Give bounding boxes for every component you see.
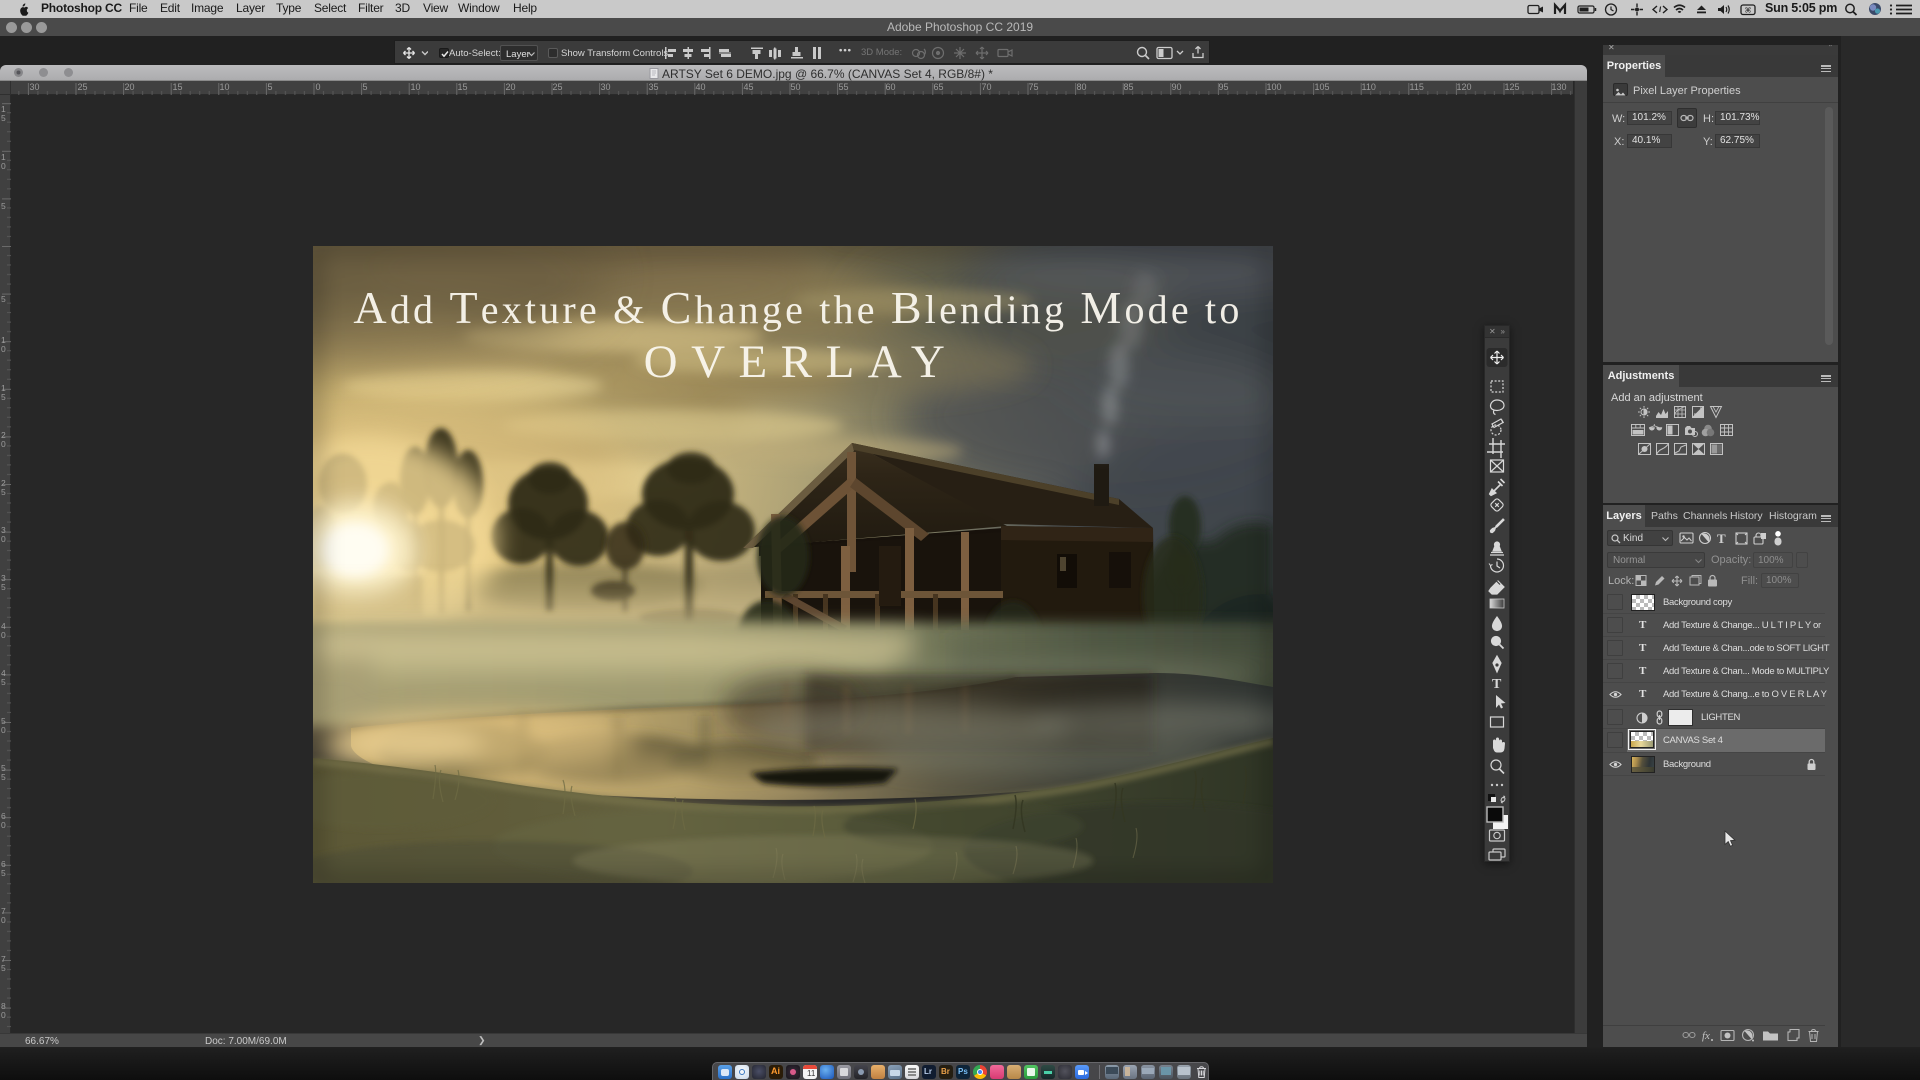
svg-text:5: 5 xyxy=(1,772,6,782)
svg-text:Add Texture & Change the Blend: Add Texture & Change the Blending Mode t… xyxy=(353,282,1242,333)
svg-text:130: 130 xyxy=(1552,82,1567,92)
svg-text:0: 0 xyxy=(1,630,6,640)
svg-text:5: 5 xyxy=(268,82,273,92)
svg-text:⌘: ⌘ xyxy=(1745,7,1752,15)
svg-text:0: 0 xyxy=(1,534,6,544)
svg-text:90: 90 xyxy=(1172,82,1182,92)
svg-text:0: 0 xyxy=(1,725,6,735)
svg-text:5: 5 xyxy=(1,963,6,973)
svg-text:30: 30 xyxy=(601,82,611,92)
svg-text:55: 55 xyxy=(839,82,849,92)
svg-text:40: 40 xyxy=(696,82,706,92)
svg-text:20: 20 xyxy=(125,82,135,92)
svg-text:125: 125 xyxy=(1505,82,1520,92)
svg-text:0: 0 xyxy=(1,344,6,354)
svg-text:fx: fx xyxy=(1702,1030,1710,1042)
svg-text:25: 25 xyxy=(78,82,88,92)
svg-text:120: 120 xyxy=(1457,82,1472,92)
svg-text:45: 45 xyxy=(744,82,754,92)
svg-text:100: 100 xyxy=(1267,82,1282,92)
svg-text:20: 20 xyxy=(506,82,516,92)
svg-text:5: 5 xyxy=(363,82,368,92)
svg-text:50: 50 xyxy=(791,82,801,92)
svg-text:30: 30 xyxy=(30,82,40,92)
svg-text:10: 10 xyxy=(220,82,230,92)
svg-text:0: 0 xyxy=(1,820,6,830)
svg-text:60: 60 xyxy=(886,82,896,92)
svg-text:85: 85 xyxy=(1124,82,1134,92)
svg-text:110: 110 xyxy=(1362,82,1376,92)
svg-text:80: 80 xyxy=(1077,82,1087,92)
svg-text:115: 115 xyxy=(1410,82,1424,92)
svg-text:T: T xyxy=(1717,531,1726,546)
svg-text:25: 25 xyxy=(553,82,563,92)
svg-text:105: 105 xyxy=(1315,82,1330,92)
svg-text:5: 5 xyxy=(1,392,6,402)
svg-text:0: 0 xyxy=(1,1010,6,1020)
svg-text:65: 65 xyxy=(934,82,944,92)
svg-text:5: 5 xyxy=(1,868,6,878)
svg-text:0: 0 xyxy=(1,915,6,925)
svg-text:0: 0 xyxy=(316,82,321,92)
svg-text:5: 5 xyxy=(1,113,6,123)
svg-text:5: 5 xyxy=(1,487,6,497)
svg-text:15: 15 xyxy=(173,82,183,92)
svg-text:70: 70 xyxy=(982,82,992,92)
svg-text:5: 5 xyxy=(1,294,6,304)
svg-text:95: 95 xyxy=(1219,82,1229,92)
svg-text:0: 0 xyxy=(1,161,6,171)
svg-text:OVERLAY: OVERLAY xyxy=(644,336,959,388)
svg-text:75: 75 xyxy=(1029,82,1039,92)
svg-text:15: 15 xyxy=(458,82,468,92)
svg-text:5: 5 xyxy=(1,677,6,687)
svg-text:T: T xyxy=(1492,677,1502,692)
svg-text:35: 35 xyxy=(649,82,659,92)
svg-text:0: 0 xyxy=(1,439,6,449)
svg-text:5: 5 xyxy=(1,201,6,211)
svg-text:5: 5 xyxy=(1,582,6,592)
svg-text:10: 10 xyxy=(411,82,421,92)
